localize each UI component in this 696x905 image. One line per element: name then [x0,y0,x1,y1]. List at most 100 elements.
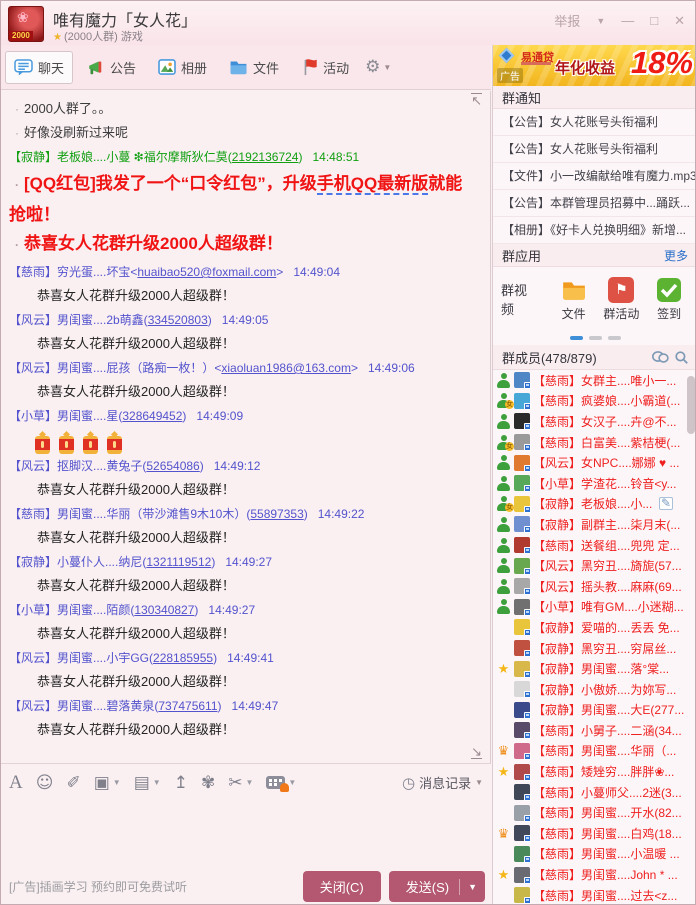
sender-id-link[interactable]: 328649452 [122,409,182,423]
flag-icon [301,58,318,76]
tab-activity[interactable]: 活动 [293,52,357,83]
sender-id-link[interactable]: 228185955 [153,651,213,665]
sender-id-link[interactable]: huaibao520@foxmail.com [137,265,276,279]
member-avatar [514,578,530,594]
notice-item[interactable]: 【相册】《好卡人兑换明细》新增... [493,217,696,244]
member-row[interactable]: ★【慈雨】矮矬穷....胖胖❀... [493,761,696,782]
notice-item[interactable]: 【文件】小一改编献给唯有魔力.mp3 [493,163,696,190]
page-dot[interactable] [608,336,621,340]
member-row[interactable]: 【风云】黑穷丑....旖旎(57... [493,555,696,576]
member-row[interactable]: 【慈雨】男闺蜜....过去<z... [493,885,696,904]
member-row[interactable]: 女【慈雨】疯婆娘....小霸道(... [493,391,696,412]
chat-message-line: 恭喜女人花群升级2000人超级群！ [9,718,476,742]
mobile-online-badge-icon [524,877,531,884]
member-row[interactable]: 【慈雨】送餐组....兜兜 定... [493,535,696,556]
sender-id-link[interactable]: 334520803 [148,313,208,327]
sender-id-link[interactable]: 52654086 [146,459,199,473]
screen-capture-icon[interactable]: ▣▼ [94,773,121,793]
member-row[interactable]: 【慈雨】小舅子....二涵(34... [493,720,696,741]
edit-my-card-icon[interactable]: ✎ [659,497,673,510]
sender-id-link[interactable]: xiaoluan1986@163.com [221,361,351,375]
emoticon-icon[interactable]: ☺ [36,773,54,793]
maximize-button[interactable]: □ [650,13,658,28]
report-button[interactable]: 举报 [554,11,580,30]
member-row[interactable]: ♛【慈雨】男闺蜜....华丽（... [493,741,696,762]
sender-id-link[interactable]: 2192136724 [232,150,299,164]
scroll-to-bottom-icon[interactable]: ↘ [471,745,482,759]
magic-expression-icon[interactable]: ✐ [66,773,80,793]
member-search-icon[interactable] [675,351,688,364]
member-row[interactable]: 【慈雨】小蔓师父....2迷(3... [493,782,696,803]
sender-id-link[interactable]: 1321119512 [146,555,211,569]
member-row[interactable]: ★【寂静】男闺蜜....落°棠... [493,658,696,679]
red-packet-icon[interactable]: ▼ [266,776,296,789]
tab-settings[interactable]: ⚙ ▼ [365,57,391,77]
member-row[interactable]: 【慈雨】女汉子....卉@不... [493,411,696,432]
members-scrollbar[interactable] [687,376,695,434]
ad-banner[interactable]: 易通贷 广告 年化收益 18% [493,45,696,86]
minimize-button[interactable]: — [621,13,634,28]
tab-chat[interactable]: 聊天 [5,51,73,84]
member-row[interactable]: 女【寂静】老板娘....小...✎ [493,494,696,515]
notice-item[interactable]: 【公告】女人花账号头衔福利 [493,136,696,163]
app-checkin[interactable]: 签到 [645,277,693,322]
footer-ad-text[interactable]: [广告]插画学习 预约即可免费试听 [1,878,187,895]
window-shake-icon[interactable]: ✾ [201,773,215,793]
page-dot-active[interactable] [570,336,583,340]
sender-id-link[interactable]: 130340827 [134,603,194,617]
member-row[interactable]: 【寂静】男闺蜜....大E(277... [493,700,696,721]
member-row[interactable]: 【慈雨】女群主....唯小一... [493,370,696,391]
sender-name: 【风云】男闺蜜....屁孩（路痴一枚！）< [9,361,221,375]
member-row[interactable]: 【寂静】爱喵的....丢丢 免... [493,617,696,638]
font-style-icon[interactable]: A [9,772,23,794]
group-video-app[interactable]: 群视频 [501,280,540,318]
window-shake-icon-glyph: ✾ [201,773,215,793]
bullet-icon: · [15,102,19,116]
member-row[interactable]: 【风云】女NPC....娜娜 ♥ ... [493,452,696,473]
group-avatar[interactable]: ❀ 2000 [8,6,44,42]
screenshot-icon[interactable]: ✂▼ [228,773,253,793]
app-files[interactable]: 文件 [550,277,598,322]
member-chat-icon[interactable] [652,351,669,364]
close-window-button[interactable]: ✕ [674,13,685,29]
notice-item[interactable]: 【公告】女人花账号头衔福利 [493,109,696,136]
send-image-icon[interactable]: ▤▼ [134,773,161,793]
group-members-list[interactable]: 【慈雨】女群主....唯小一...女【慈雨】疯婆娘....小霸道(...【慈雨】… [493,370,696,904]
group-members-header: 群成员(478/879) [493,345,696,370]
notice-item[interactable]: 【公告】本群管理员招募中...踊跃... [493,190,696,217]
online-person-icon [497,579,510,594]
app-activity[interactable]: ⚑ 群活动 [598,277,646,322]
chat-message-area[interactable]: ↖ ·2000人群了。。·好像没刷新过来呢【寂静】老板娘....小蔓 ❇福尔摩斯… [1,91,491,763]
sender-id-link[interactable]: 737475611 [158,699,217,713]
member-row[interactable]: 【小草】学渣花....铃音<y... [493,473,696,494]
page-dot[interactable] [589,336,602,340]
member-row[interactable]: 【寂静】小傲娇....为妳写... [493,679,696,700]
tab-files[interactable]: 文件 [221,52,287,83]
member-row[interactable]: ♛【慈雨】男闺蜜....白鸡(18... [493,823,696,844]
member-row[interactable]: 【寂静】副群主....柒月末(... [493,514,696,535]
send-options-dropdown-icon[interactable]: ▼ [468,882,477,892]
send-button[interactable]: 发送(S) ▼ [389,871,485,902]
caption-dropdown-icon[interactable]: ▼ [596,16,605,26]
member-row[interactable]: 女【慈雨】白富美....紫桔梗(... [493,432,696,453]
upload-file-icon[interactable]: ↥ [174,773,188,793]
message-history-button[interactable]: ◷ 消息记录 ▼ [402,773,483,792]
member-row[interactable]: ★【慈雨】男闺蜜....John * ... [493,864,696,885]
tab-album[interactable]: 相册 [150,52,215,83]
apps-pagination[interactable] [493,331,696,345]
sender-id-link[interactable]: 55897353 [250,507,303,521]
group-apps-more-link[interactable]: 更多 [664,247,688,264]
online-person-icon [497,517,510,532]
member-row[interactable]: 【寂静】黑穷丑....穷屌丝... [493,638,696,659]
scroll-to-top-icon[interactable]: ↖ [471,93,482,107]
promo-link-text[interactable]: 手机QQ最新版 [317,174,428,195]
member-row[interactable]: 【慈雨】男闺蜜....小温暖 ... [493,844,696,865]
chat-bubble-icon [14,59,33,76]
member-row[interactable]: 【小草】唯有GM....小迷糊... [493,597,696,618]
close-button[interactable]: 关闭(C) [303,871,381,902]
member-row[interactable]: 【慈雨】男闺蜜....开水(82... [493,802,696,823]
member-row[interactable]: 【风云】摇头教....麻麻(69... [493,576,696,597]
online-person-icon [497,414,510,429]
tab-announcement[interactable]: 公告 [79,52,144,83]
message-input[interactable] [1,801,491,867]
